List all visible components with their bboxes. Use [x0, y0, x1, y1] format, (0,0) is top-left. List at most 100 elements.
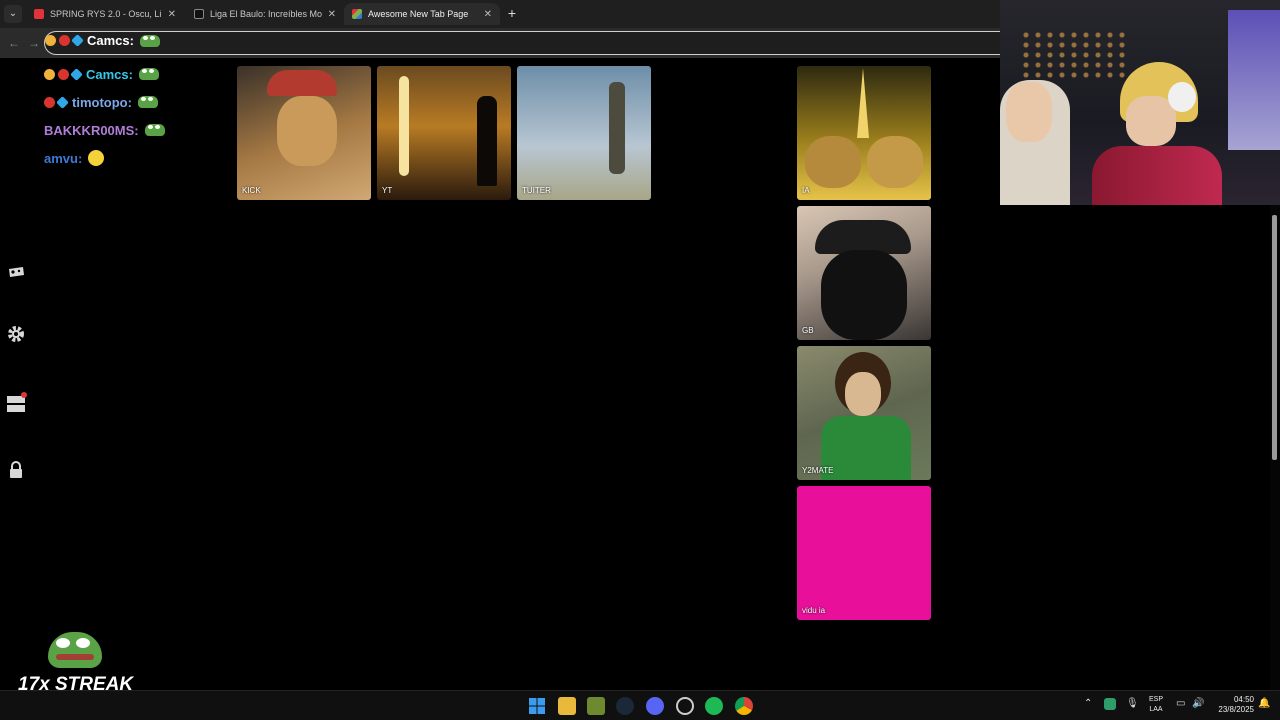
red-badge-icon [58, 68, 69, 80]
tab-awesome-new-tab-page[interactable]: Awesome New Tab Page ✕ [344, 3, 500, 25]
mouth-shape [56, 654, 94, 660]
tile-vidu-ia[interactable]: vidu ia [797, 486, 931, 620]
gear-icon[interactable] [6, 324, 26, 344]
system-clock[interactable]: 04:50 23/8/2025 [1210, 695, 1254, 715]
chat-username: timotopo: [72, 94, 132, 110]
silhouette-shape [477, 96, 497, 186]
tile-gb[interactable]: GB [797, 206, 931, 340]
network-icon[interactable]: ▭ [1176, 698, 1185, 709]
black-cat-shape [821, 250, 907, 340]
input-language-indicator[interactable]: ESP LAA [1146, 695, 1166, 715]
chrome-icon[interactable] [735, 697, 753, 715]
tile-y2mate[interactable]: Y2MATE [797, 346, 931, 480]
browser-tab-bar: ⌄ SPRING RYS 2.0 - Oscu, Lil C ✕ Liga El… [0, 0, 1000, 28]
chat-message: timotopo: [44, 88, 234, 116]
sub-badge-icon [44, 68, 55, 80]
dog-face-shape [277, 96, 337, 166]
close-tab-icon[interactable]: ✕ [322, 9, 336, 20]
chat-username: Camcs: [87, 33, 134, 48]
tray-chevron-up-icon[interactable]: ⌃ [1084, 698, 1092, 709]
cat-cap-shape [815, 220, 911, 254]
chat-overlay-line: Camcs: [45, 33, 160, 48]
gamepad-icon[interactable] [6, 262, 26, 282]
eye-shape [76, 638, 90, 648]
diamond-badge-icon [56, 95, 69, 109]
window-light-shape [1228, 10, 1280, 150]
tray-app-icon[interactable] [1104, 698, 1116, 710]
jersey-shape [1092, 146, 1222, 205]
city-lights-shape [1020, 30, 1130, 80]
discord-icon[interactable] [646, 697, 664, 715]
microphone-icon[interactable]: 🎙 [1126, 698, 1139, 709]
tile-tuiter[interactable]: TUITER [517, 66, 651, 200]
cat-shape [867, 136, 923, 188]
sub-badge-icon [45, 35, 56, 46]
chat-username: BAKKKR00MS: [44, 122, 139, 138]
scrollbar-thumb[interactable] [1272, 215, 1277, 460]
tile-label: KICK [242, 186, 261, 195]
yellow-face-emote-icon [88, 150, 105, 166]
pepe-emote-icon [144, 124, 165, 136]
new-tab-button[interactable]: + [504, 5, 520, 21]
dog-cap-shape [267, 70, 337, 96]
headphones-shape [1168, 82, 1196, 112]
chat-username: Camcs: [86, 66, 133, 82]
chat-overlay: Camcs: timotopo: BAKKKR00MS: amvu: [44, 60, 234, 172]
windows-taskbar: ⌃ 🎙 ESP LAA ▭ 🔊 04:50 23/8/2025 🔔 [0, 690, 1280, 720]
face-shape [1006, 82, 1052, 142]
chat-username: amvu: [44, 150, 83, 166]
standing-man-shape [609, 82, 625, 174]
tab-spring-rys[interactable]: SPRING RYS 2.0 - Oscu, Lil C ✕ [26, 3, 184, 25]
pepe-emote-icon [139, 34, 160, 47]
page-scrollbar[interactable] [1270, 205, 1280, 690]
green-shirt-shape [821, 416, 911, 480]
chat-message: Camcs: [44, 60, 234, 88]
tile-ia[interactable]: IA [797, 66, 931, 200]
eye-shape [56, 638, 70, 648]
taskbar-app-icon[interactable] [587, 697, 605, 715]
tile-label: IA [802, 186, 810, 195]
archive-icon[interactable] [6, 392, 27, 412]
awesome-favicon-icon [352, 9, 362, 19]
tile-label: vidu ia [802, 606, 826, 615]
language-label: ESP [1148, 696, 1163, 703]
pepe-emote-icon [138, 68, 159, 80]
tab-liga-el-baulo[interactable]: Liga El Baulo: Increíbles Momen ✕ [186, 3, 344, 25]
pepe-streak-icon [48, 632, 102, 668]
tile-label: TUITER [522, 186, 551, 195]
back-button[interactable]: ← [6, 35, 22, 51]
lock-icon[interactable] [6, 460, 26, 480]
eiffel-tower-shape [857, 68, 869, 138]
steam-icon[interactable] [616, 697, 634, 715]
chat-message: amvu: [44, 144, 234, 172]
clock-time: 04:50 [1233, 695, 1254, 704]
tab-label: Liga El Baulo: Increíbles Momen [210, 9, 322, 19]
cat-shape [805, 136, 861, 188]
close-tab-icon[interactable]: ✕ [478, 9, 492, 20]
tile-kick[interactable]: KICK [237, 66, 371, 200]
taskbar-app-icon[interactable] [676, 697, 694, 715]
spotify-icon[interactable] [705, 697, 723, 715]
tiktok-favicon-icon [194, 9, 204, 19]
tile-yt[interactable]: YT [377, 66, 511, 200]
diamond-badge-icon [70, 67, 83, 81]
windows-start-icon[interactable] [528, 697, 546, 715]
tab-search-dropdown-icon[interactable]: ⌄ [4, 5, 22, 23]
close-tab-icon[interactable]: ✕ [162, 9, 176, 20]
red-badge-icon [59, 35, 70, 46]
tile-label: Y2MATE [802, 466, 834, 475]
chat-message: BAKKKR00MS: [44, 116, 234, 144]
tile-label: YT [382, 186, 393, 195]
file-explorer-icon[interactable] [558, 697, 576, 715]
face-shape [845, 372, 881, 416]
volume-icon[interactable]: 🔊 [1192, 698, 1204, 709]
fire-column-shape [399, 76, 409, 176]
clock-date: 23/8/2025 [1218, 705, 1254, 714]
diamond-badge-icon [71, 34, 84, 47]
forward-button[interactable]: → [26, 35, 42, 51]
notification-bell-icon[interactable]: 🔔 [1258, 698, 1270, 709]
youtube-favicon-icon [34, 9, 44, 19]
tab-label: SPRING RYS 2.0 - Oscu, Lil C [50, 9, 162, 19]
address-bar[interactable] [44, 31, 1000, 55]
pepe-emote-icon [137, 96, 158, 108]
